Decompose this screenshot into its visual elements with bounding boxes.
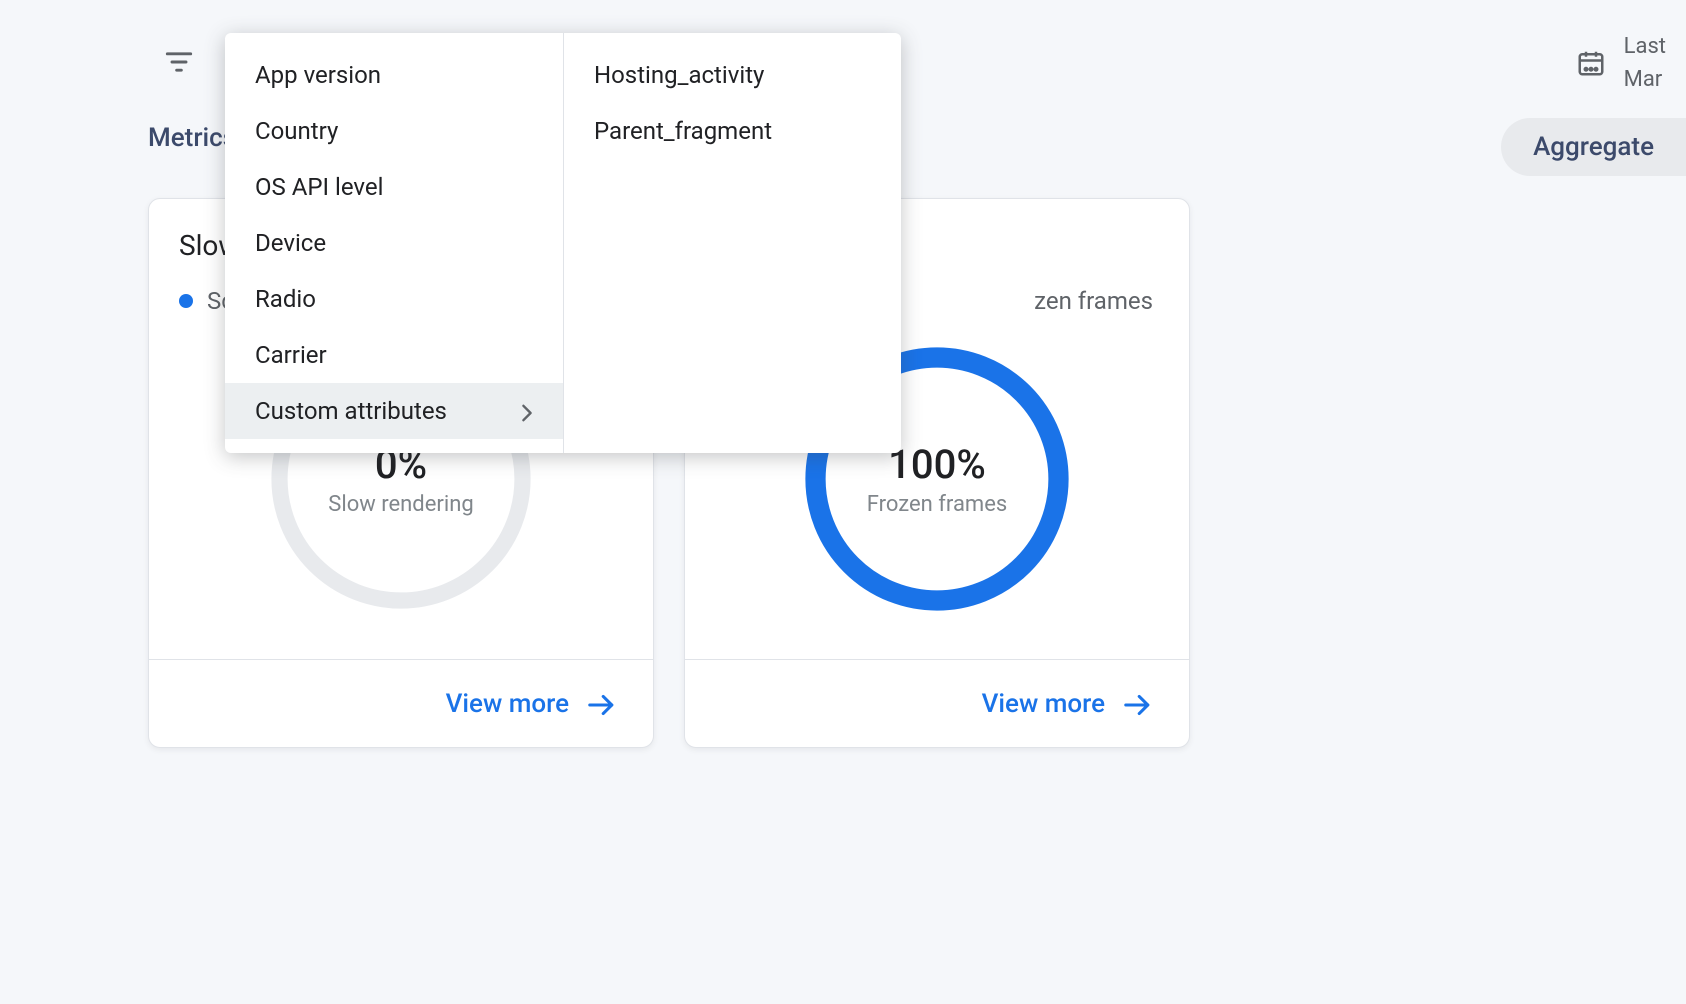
chevron-right-icon xyxy=(521,401,533,421)
dropdown-item-carrier[interactable]: Carrier xyxy=(225,327,563,383)
dropdown-item-custom-attributes[interactable]: Custom attributes xyxy=(225,383,563,439)
date-line2: Mar xyxy=(1624,63,1666,96)
gauge-value: 100% xyxy=(888,441,986,488)
dropdown-item-app-version[interactable]: App version xyxy=(225,47,563,103)
dropdown-item-parent-fragment[interactable]: Parent_fragment xyxy=(564,103,901,159)
dropdown-item-radio[interactable]: Radio xyxy=(225,271,563,327)
view-more-label: View more xyxy=(446,689,569,719)
dropdown-item-label: Custom attributes xyxy=(255,397,447,425)
metrics-label: Metrics xyxy=(148,123,236,153)
dropdown-col-primary: App version Country OS API level Device … xyxy=(225,33,563,453)
dropdown-item-hosting-activity[interactable]: Hosting_activity xyxy=(564,47,901,103)
card-footer: View more xyxy=(685,659,1189,747)
date-range-picker[interactable]: Last Mar xyxy=(1576,30,1666,96)
dropdown-item-device[interactable]: Device xyxy=(225,215,563,271)
legend-label-frozen: zen frames xyxy=(1034,287,1153,315)
arrow-right-icon xyxy=(587,693,617,715)
filter-icon[interactable] xyxy=(165,50,193,74)
view-more-button[interactable]: View more xyxy=(446,689,617,719)
view-more-label: View more xyxy=(982,689,1105,719)
dropdown-col-secondary: Hosting_activity Parent_fragment xyxy=(563,33,901,453)
date-range-text: Last Mar xyxy=(1624,30,1666,96)
filter-dropdown: App version Country OS API level Device … xyxy=(225,33,901,453)
card-footer: View more xyxy=(149,659,653,747)
aggregate-toggle[interactable]: Aggregate xyxy=(1501,118,1686,176)
gauge-label: Slow rendering xyxy=(328,492,473,517)
arrow-right-icon xyxy=(1123,693,1153,715)
dropdown-item-country[interactable]: Country xyxy=(225,103,563,159)
date-line1: Last xyxy=(1624,30,1666,63)
view-more-button[interactable]: View more xyxy=(982,689,1153,719)
legend-dot-icon xyxy=(179,294,193,308)
gauge-label: Frozen frames xyxy=(867,492,1007,517)
calendar-icon xyxy=(1576,48,1606,78)
dropdown-item-os-api-level[interactable]: OS API level xyxy=(225,159,563,215)
